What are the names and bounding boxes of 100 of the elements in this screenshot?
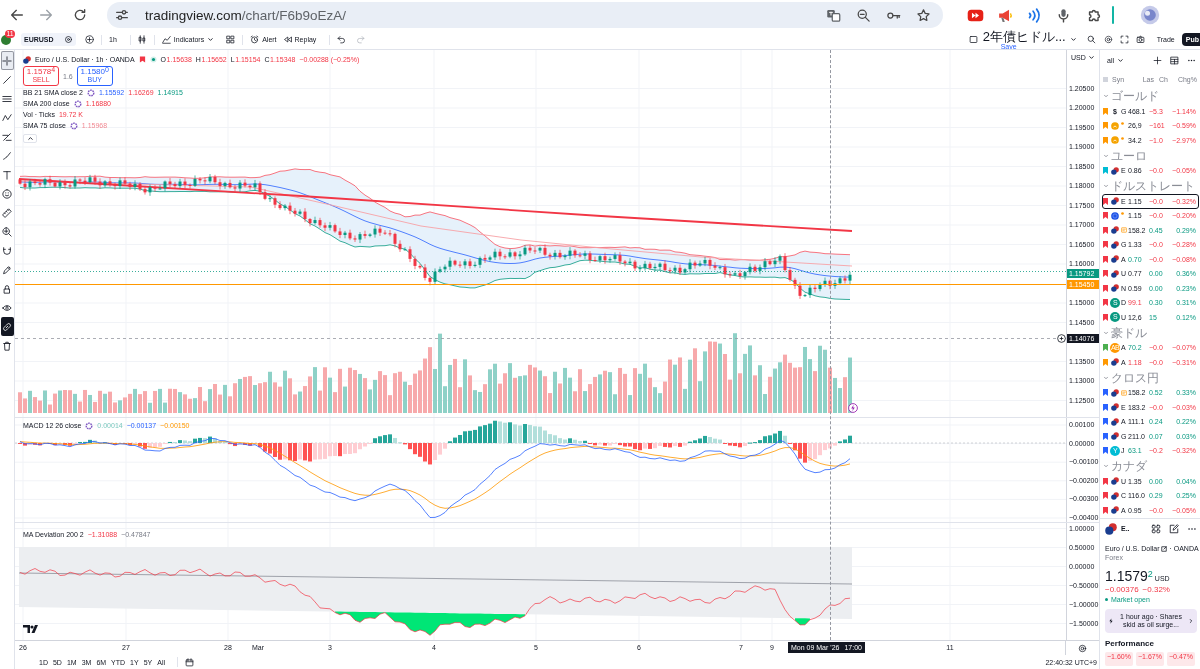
- magnet-icon: [2, 245, 12, 256]
- caret-icon: [26, 135, 34, 142]
- add-icon[interactable]: [85, 35, 94, 44]
- coin-icon: [1111, 121, 1119, 130]
- lightning-icon[interactable]: [848, 403, 858, 413]
- bookmark-icon[interactable]: [1103, 492, 1108, 500]
- bookmark-icon[interactable]: [1103, 226, 1108, 234]
- chart-line-icon: [161, 35, 171, 44]
- bookmark-icon[interactable]: [1103, 255, 1108, 263]
- url-text: tradingview.com/chart/F6b9oEzA/: [145, 7, 347, 23]
- rewind-icon: [282, 35, 292, 44]
- bookmark-icon[interactable]: [1103, 506, 1108, 514]
- alarm-clock-icon: [250, 35, 260, 44]
- caret-icon[interactable]: [1069, 36, 1077, 43]
- news-icon: [1121, 389, 1127, 396]
- logo-icon[interactable]: [23, 624, 41, 634]
- search-icon[interactable]: [1086, 35, 1096, 44]
- settings-icon[interactable]: [1078, 643, 1087, 653]
- section-title[interactable]: クロス円: [1111, 370, 1159, 385]
- section-title[interactable]: ユーロ: [1111, 148, 1147, 163]
- bookmark-icon[interactable]: [1103, 313, 1108, 321]
- bookmark-icon[interactable]: [1103, 197, 1108, 205]
- bookmark-icon[interactable]: [1103, 344, 1108, 352]
- section-title[interactable]: ゴールド: [1111, 89, 1159, 103]
- performance-title: Performance: [1105, 638, 1155, 649]
- bookmark-icon[interactable]: [1103, 447, 1108, 455]
- fullscreen-icon[interactable]: [1119, 35, 1129, 44]
- zigzag-icon: [2, 112, 12, 123]
- zoom-out-icon[interactable]: [856, 7, 871, 23]
- camera-icon[interactable]: [1135, 35, 1145, 44]
- table-icon[interactable]: [1170, 56, 1179, 65]
- percent-change: −0.32%: [1142, 584, 1170, 595]
- trash-icon: [2, 340, 12, 351]
- zoom-in-icon: [2, 226, 12, 237]
- calendar-icon[interactable]: [185, 657, 194, 667]
- section-title[interactable]: 豪ドル: [1111, 325, 1147, 340]
- news-icon: [1121, 227, 1127, 234]
- text-tool-icon: [2, 169, 12, 180]
- back-icon[interactable]: [9, 7, 25, 23]
- caret-icon: [1117, 57, 1124, 64]
- address-field[interactable]: tradingview.com/chart/F6b9oEzA/: [107, 2, 943, 28]
- plus-circle-icon[interactable]: [1057, 333, 1066, 343]
- star-icon[interactable]: [916, 7, 931, 23]
- candlestick-icon[interactable]: [137, 35, 147, 44]
- reload-icon[interactable]: [72, 7, 88, 23]
- dot-icon: [1121, 122, 1124, 126]
- ring-icon[interactable]: [85, 421, 94, 430]
- sliders-icon[interactable]: [114, 7, 130, 23]
- square-icon: [1103, 77, 1108, 82]
- link-icon: [2, 321, 12, 332]
- horizontal-lines-icon: [2, 93, 12, 104]
- bookmark-icon[interactable]: [1103, 241, 1108, 249]
- edit-icon[interactable]: [1169, 523, 1179, 534]
- bookmark-icon[interactable]: [1103, 403, 1108, 411]
- bookmark-icon[interactable]: [1103, 299, 1108, 307]
- grid-icon[interactable]: [1151, 523, 1161, 534]
- bookmark-icon[interactable]: [1103, 270, 1108, 278]
- bookmark-icon[interactable]: [138, 56, 146, 63]
- two-circles-icon: [1111, 358, 1119, 367]
- settings-icon[interactable]: [1103, 35, 1113, 44]
- undo-icon[interactable]: [337, 35, 347, 44]
- rounded-square-icon[interactable]: [968, 35, 978, 44]
- status-dot-icon: [149, 56, 157, 63]
- last-price: 1.1579$^{2}$: [1105, 566, 1153, 585]
- bookmark-icon[interactable]: [1103, 418, 1108, 426]
- bookmark-icon[interactable]: [1103, 284, 1108, 292]
- layout-name[interactable]: 2年債ヒドル...: [982, 29, 1066, 43]
- drawing-tool-button[interactable]: [0, 317, 14, 336]
- slash-lines-icon: [2, 131, 12, 142]
- eye-icon: [2, 302, 12, 313]
- two-squares-icon[interactable]: [826, 7, 841, 23]
- lightning-icon: [1108, 617, 1114, 624]
- circle-icon: [1111, 211, 1119, 220]
- avatar-icon[interactable]: [1140, 5, 1160, 25]
- bookmark-icon[interactable]: [1103, 432, 1108, 440]
- bookmark-icon[interactable]: [1103, 389, 1108, 397]
- smiley-icon: [2, 188, 12, 199]
- two-circles-icon: [23, 55, 31, 64]
- two-circles-icon: [1111, 166, 1119, 175]
- two-circles-icon: [1105, 522, 1117, 535]
- radio-waves-icon[interactable]: [1026, 6, 1043, 24]
- bookmark-icon[interactable]: [1103, 477, 1108, 485]
- brush-icon: [2, 150, 12, 161]
- section-title[interactable]: ドルストレート: [1111, 179, 1195, 193]
- trend-line-icon: [2, 74, 12, 85]
- caret-icon: [1087, 54, 1095, 61]
- dot-icon: [1121, 212, 1124, 216]
- below-band-fill: [795, 618, 810, 625]
- grid-icon[interactable]: [226, 35, 236, 44]
- collapse-button[interactable]: [23, 134, 37, 143]
- external-link-icon[interactable]: [1161, 545, 1168, 552]
- chevron-right-icon: [1188, 617, 1194, 624]
- add-icon[interactable]: [1153, 56, 1162, 65]
- caret-icon: [207, 36, 215, 43]
- ring-icon[interactable]: [69, 121, 78, 130]
- bookmark-icon[interactable]: [1103, 212, 1108, 220]
- section-title[interactable]: カナダ: [1111, 459, 1147, 473]
- pencil-icon: [2, 264, 12, 275]
- target-icon[interactable]: [64, 35, 73, 44]
- crosshair-icon: [2, 55, 12, 66]
